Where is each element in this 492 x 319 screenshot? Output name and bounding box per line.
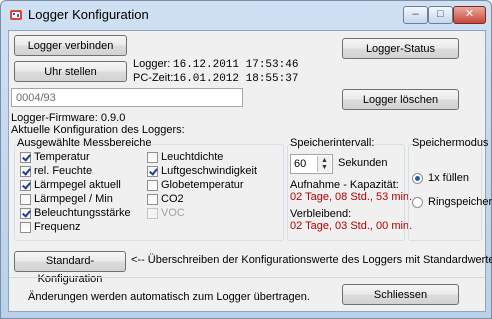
checkbox-box[interactable] [20, 166, 31, 177]
mode-group [408, 144, 482, 241]
logger-id-field[interactable] [11, 88, 243, 107]
interval-value: 60 [294, 158, 307, 170]
checkbox-label: CO2 [161, 193, 184, 205]
checkbox-label: Lärmpegel aktuell [34, 179, 121, 191]
radio-1x-fuellen[interactable]: 1x füllen [412, 172, 469, 185]
checkbox-laermpegel-aktuell[interactable]: Lärmpegel aktuell [20, 179, 121, 192]
pc-time-value: 16.01.2012 18:55:37 [173, 73, 299, 85]
checkbox-label: Temperatur [34, 151, 90, 163]
radio-button[interactable] [412, 197, 423, 208]
footer-note: Änderungen werden automatisch zum Logger… [28, 291, 310, 303]
window-title: Logger Konfiguration [28, 7, 149, 22]
pc-time-label: PC-Zeit: [133, 72, 174, 84]
checkbox-label: Luftgeschwindigkeit [161, 165, 258, 177]
logger-time-label: Logger: [133, 58, 171, 70]
checkbox-box[interactable] [147, 152, 158, 163]
checkbox-box[interactable] [147, 194, 158, 205]
interval-spinner[interactable]: 60 ▲ ▼ [290, 154, 333, 174]
checkbox-frequenz[interactable]: Frequenz [20, 221, 80, 234]
client-area: Logger verbinden Logger-Status Uhr stell… [8, 30, 492, 312]
checkbox-box[interactable] [147, 166, 158, 177]
checkbox-temperatur[interactable]: Temperatur [20, 151, 90, 164]
close-window-button[interactable]: ✕ [453, 6, 486, 24]
app-icon [10, 10, 22, 20]
checkbox-luftgeschwindigkeit[interactable]: Luftgeschwindigkeit [147, 165, 257, 178]
firmware-label: Logger-Firmware: 0.9.0 [11, 112, 126, 124]
checkbox-label: Frequenz [34, 221, 81, 233]
capacity-value: 02 Tage, 08 Std., 53 min. [290, 191, 413, 203]
checkbox-co2[interactable]: CO2 [147, 193, 184, 206]
checkbox-label: Leuchtdichte [161, 151, 224, 163]
clear-logger-button[interactable]: Logger löschen [342, 89, 459, 110]
remaining-label: Verbleibend: [290, 208, 352, 220]
spinner-buttons[interactable]: ▲ ▼ [317, 156, 331, 172]
checkbox-box[interactable] [20, 194, 31, 205]
close-button[interactable]: Schliessen [342, 284, 459, 305]
checkbox-label: Beleuchtungsstärke [34, 207, 131, 219]
minimize-button[interactable]: – [403, 6, 428, 24]
interval-group-title: Speicherintervall: [290, 137, 375, 149]
checkbox-box [147, 208, 158, 219]
checkbox-globetemperatur[interactable]: Globetemperatur [147, 179, 244, 192]
checkbox-box[interactable] [20, 222, 31, 233]
checkbox-rel-feuchte[interactable]: rel. Feuchte [20, 165, 92, 178]
maximize-button[interactable]: □ [428, 6, 453, 24]
logger-config-window: Logger Konfiguration – □ ✕ Logger verbin… [0, 0, 492, 319]
spin-down-icon[interactable]: ▼ [321, 164, 328, 171]
title-bar[interactable]: Logger Konfiguration – □ ✕ [1, 1, 491, 29]
mode-group-title: Speichermodus [412, 137, 489, 149]
divider [9, 277, 485, 278]
logger-time-value: 16.12.2011 17:53:46 [173, 59, 299, 71]
checkbox-leuchtdichte[interactable]: Leuchtdichte [147, 151, 223, 164]
radio-button[interactable] [412, 173, 423, 184]
connect-logger-button[interactable]: Logger verbinden [14, 35, 127, 56]
checkbox-label: rel. Feuchte [34, 165, 93, 177]
capacity-label: Aufnahme - Kapazität: [290, 179, 399, 191]
radio-label: 1x füllen [428, 172, 469, 184]
set-clock-button[interactable]: Uhr stellen [14, 61, 127, 82]
checkbox-box[interactable] [20, 152, 31, 163]
measurement-group-title: Ausgewählte Messbereiche [17, 137, 152, 149]
checkbox-laermpegel-min[interactable]: Lärmpegel / Min [20, 193, 113, 206]
remaining-value: 02 Tage, 03 Std., 00 min. [290, 220, 413, 232]
spin-up-icon[interactable]: ▲ [321, 157, 328, 164]
config-label: Aktuelle Konfiguration des Loggers: [11, 124, 185, 136]
checkbox-box[interactable] [20, 208, 31, 219]
radio-label: Ringspeicher [428, 196, 492, 208]
checkbox-beleuchtungsstaerke[interactable]: Beleuchtungsstärke [20, 207, 131, 220]
checkbox-label: Lärmpegel / Min [34, 193, 113, 205]
standard-config-button[interactable]: Standard-Konfiguration [14, 251, 126, 285]
checkbox-label: Globetemperatur [161, 179, 244, 191]
checkbox-voc: VOC [147, 207, 185, 220]
standard-config-hint: <-- Überschreiben der Konfigurationswert… [131, 254, 492, 266]
logger-status-button[interactable]: Logger-Status [342, 38, 459, 59]
checkbox-label: VOC [161, 207, 185, 219]
radio-ringspeicher[interactable]: Ringspeicher [412, 196, 492, 209]
checkbox-box[interactable] [20, 180, 31, 191]
interval-unit: Sekunden [338, 157, 388, 169]
checkbox-box[interactable] [147, 180, 158, 191]
